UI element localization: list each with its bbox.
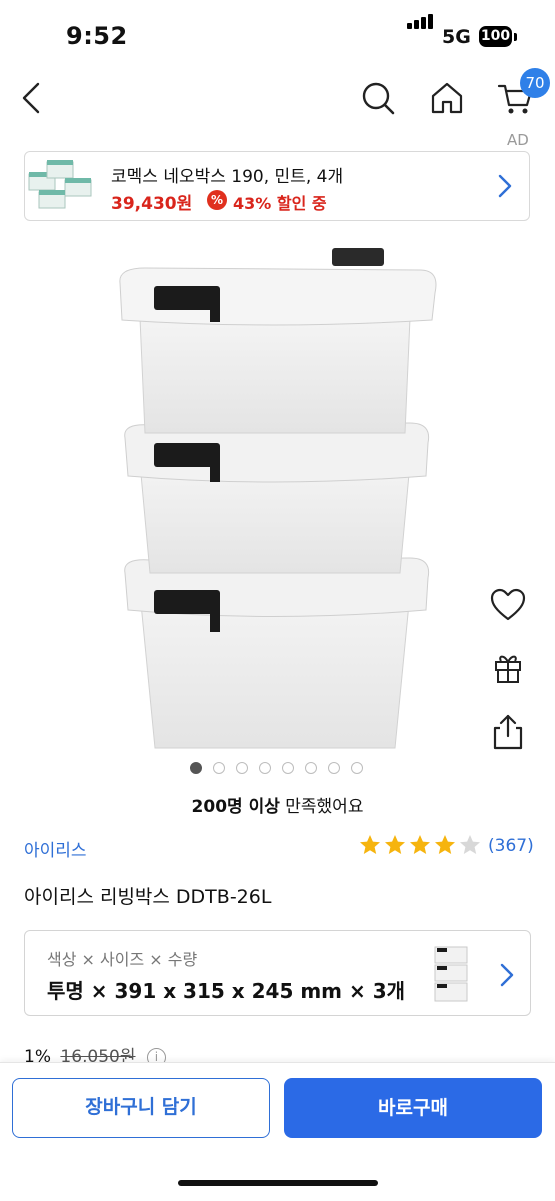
ad-title: 코멕스 네오박스 190, 민트, 4개 xyxy=(111,167,344,187)
pagination-dot[interactable] xyxy=(259,762,271,774)
option-thumbnail xyxy=(434,946,468,1002)
pagination-dot[interactable] xyxy=(213,762,225,774)
product-title: 아이리스 리빙박스 DDTB-26L xyxy=(24,886,272,908)
home-icon[interactable] xyxy=(427,78,467,118)
option-value: 투명 × 391 x 315 x 245 mm × 3개 xyxy=(47,979,406,1003)
image-pagination xyxy=(190,762,370,776)
home-indicator xyxy=(178,1180,378,1186)
review-count[interactable]: (367) xyxy=(488,836,534,856)
star-empty-icon xyxy=(460,835,480,854)
satisfaction-text: 200명 이상 만족했어요 xyxy=(191,797,364,817)
brand-link[interactable]: 아이리스 xyxy=(24,836,87,861)
ad-banner[interactable]: 코멕스 네오박스 190, 민트, 4개 39,430원 % 43% 할인 중 xyxy=(24,151,530,221)
cart-count-badge: 70 xyxy=(520,68,550,98)
star-filled-icon xyxy=(435,835,455,854)
chevron-right-icon xyxy=(498,174,512,198)
pagination-dot[interactable] xyxy=(328,762,340,774)
network-label: 5G xyxy=(442,26,471,48)
discount-icon: % xyxy=(207,190,227,210)
option-selector[interactable]: 색상 × 사이즈 × 수량 투명 × 391 x 315 x 245 mm × … xyxy=(24,930,531,1016)
ad-product-thumbnail xyxy=(28,160,92,209)
star-filled-icon xyxy=(360,835,380,854)
ad-label: AD xyxy=(507,131,529,149)
heart-icon[interactable] xyxy=(488,585,528,625)
search-icon[interactable] xyxy=(358,78,398,118)
star-filled-icon xyxy=(410,835,430,854)
pagination-dot[interactable] xyxy=(236,762,248,774)
pagination-dot[interactable] xyxy=(305,762,317,774)
pagination-dot[interactable] xyxy=(190,762,202,774)
chevron-right-icon xyxy=(500,963,514,987)
buy-now-button[interactable]: 바로구매 xyxy=(284,1078,542,1138)
gift-icon[interactable] xyxy=(488,648,528,688)
status-time: 9:52 xyxy=(66,22,128,50)
product-image[interactable] xyxy=(110,238,440,758)
back-icon[interactable] xyxy=(12,78,52,118)
pagination-dot[interactable] xyxy=(282,762,294,774)
pagination-dot[interactable] xyxy=(351,762,363,774)
option-label: 색상 × 사이즈 × 수량 xyxy=(47,950,198,969)
share-icon[interactable] xyxy=(488,712,528,752)
star-filled-icon xyxy=(385,835,405,854)
status-bar: 9:52 5G 100 xyxy=(0,0,555,70)
top-navigation xyxy=(0,70,555,130)
battery-tip xyxy=(514,33,517,41)
ad-price: 39,430원 xyxy=(111,194,193,214)
add-to-cart-button[interactable]: 장바구니 담기 xyxy=(12,1078,270,1138)
battery-icon: 100 xyxy=(479,26,512,47)
ad-discount: 43% 할인 중 xyxy=(233,194,327,213)
